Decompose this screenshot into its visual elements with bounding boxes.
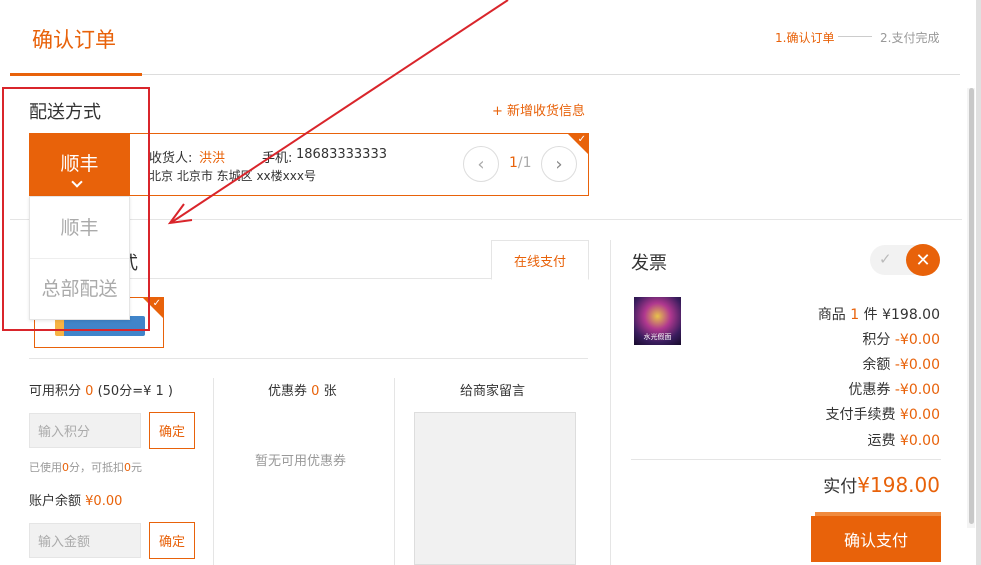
annotation-arrow	[167, 0, 509, 225]
